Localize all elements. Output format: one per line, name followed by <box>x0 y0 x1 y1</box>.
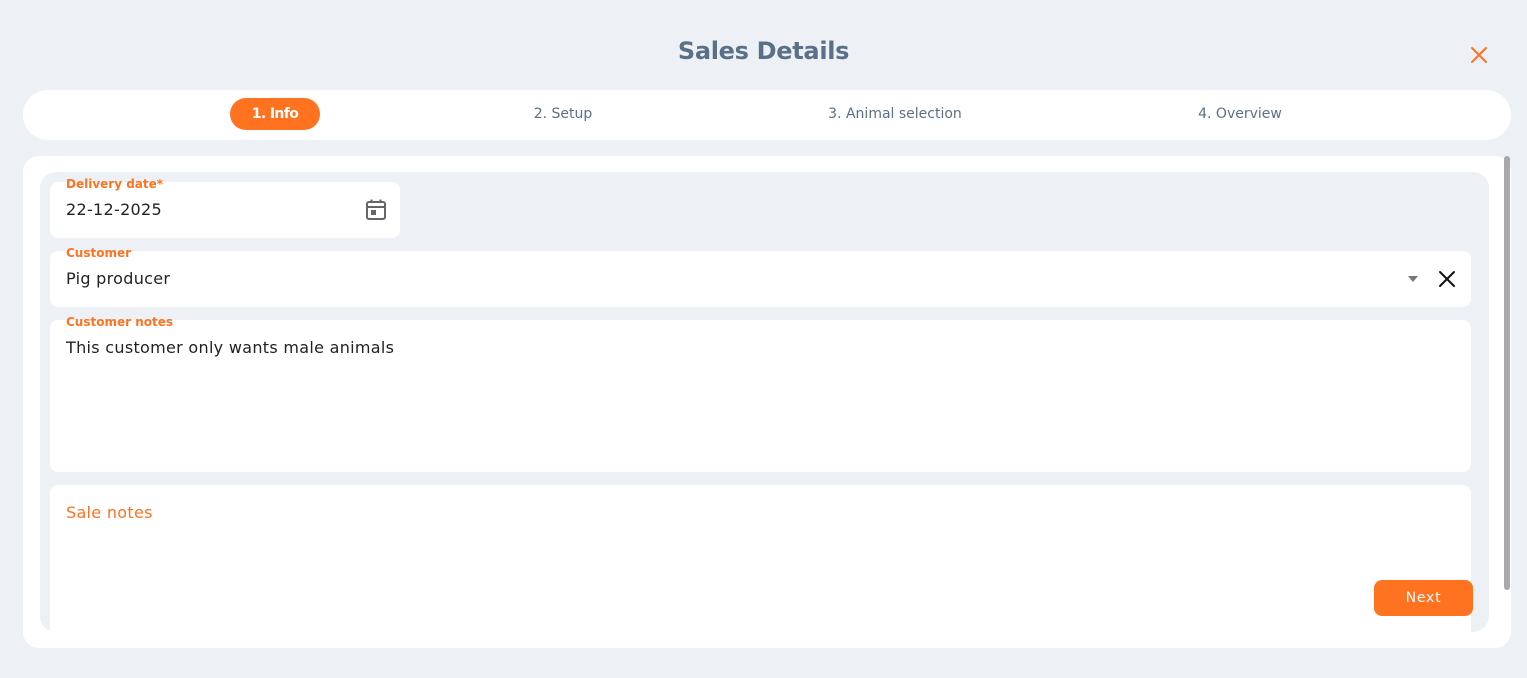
clear-icon[interactable] <box>1437 269 1457 289</box>
step-info[interactable]: 1. Info <box>230 98 320 130</box>
customer-notes-label: Customer notes <box>66 315 174 329</box>
customer-label: Customer <box>66 246 132 260</box>
close-button[interactable] <box>1467 43 1491 67</box>
step-animal-selection[interactable]: 3. Animal selection <box>805 98 985 130</box>
calendar-icon[interactable] <box>365 198 387 222</box>
delivery-date-value: 22-12-2025 <box>66 200 162 219</box>
next-button[interactable]: Next <box>1374 580 1473 616</box>
customer-select[interactable]: Customer Pig producer <box>50 246 1471 307</box>
delivery-date-field[interactable]: Delivery date* 22-12-2025 <box>50 177 400 238</box>
form-panel: Delivery date* 22-12-2025 Customer Pig p… <box>40 172 1489 632</box>
sale-notes-field[interactable]: Sale notes <box>50 485 1471 632</box>
stepper: 1. Info 2. Setup 3. Animal selection 4. … <box>23 90 1511 140</box>
customer-notes-field[interactable]: Customer notes This customer only wants … <box>50 315 1471 472</box>
customer-value: Pig producer <box>66 269 171 288</box>
sales-details-dialog: Sales Details 1. Info 2. Setup 3. Animal… <box>0 0 1527 678</box>
delivery-date-label: Delivery date* <box>66 177 164 191</box>
step-setup[interactable]: 2. Setup <box>513 98 613 130</box>
customer-notes-value: This customer only wants male animals <box>66 338 395 357</box>
sale-notes-label: Sale notes <box>66 503 153 522</box>
caret-down-icon[interactable] <box>1407 274 1419 284</box>
dialog-title: Sales Details <box>677 37 850 65</box>
step-overview[interactable]: 4. Overview <box>1175 98 1305 130</box>
scrollbar-thumb[interactable] <box>1504 156 1510 590</box>
close-icon <box>1471 47 1487 63</box>
